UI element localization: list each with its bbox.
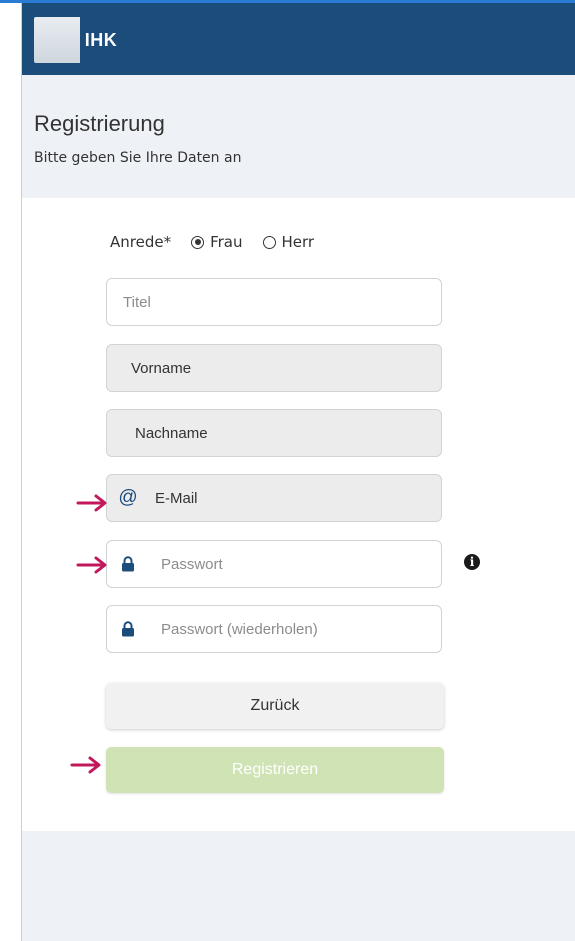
- arrow-right-icon: [76, 556, 107, 574]
- lock-icon: [119, 621, 137, 637]
- ihk-logo[interactable]: IHK: [34, 17, 122, 63]
- password-repeat-placeholder: Passwort (wiederholen): [161, 620, 318, 638]
- salutation-option-label: Frau: [210, 233, 243, 251]
- firstname-value: Vorname: [131, 359, 192, 377]
- title-placeholder: Titel: [123, 293, 151, 311]
- register-button[interactable]: Registrieren: [106, 747, 444, 793]
- salutation-option-herr[interactable]: Herr: [262, 233, 315, 251]
- page-subtitle: Bitte geben Sie Ihre Daten an: [34, 150, 242, 166]
- logo-box: [34, 17, 80, 63]
- email-input[interactable]: @ E-Mail: [106, 474, 442, 522]
- lastname-input[interactable]: Nachname: [106, 409, 442, 457]
- logo-text: IHK: [80, 17, 122, 63]
- lock-icon: [119, 556, 137, 572]
- title-block: Registrierung Bitte geben Sie Ihre Daten…: [34, 111, 241, 166]
- salutation-option-label: Herr: [281, 233, 315, 251]
- password-placeholder: Passwort: [161, 555, 223, 573]
- at-icon: @: [118, 487, 138, 508]
- radio-frau[interactable]: [191, 235, 205, 249]
- password-input[interactable]: Passwort: [106, 540, 442, 588]
- radio-herr[interactable]: [262, 235, 276, 249]
- info-icon[interactable]: i: [464, 554, 480, 570]
- page-title: Registrierung: [34, 111, 165, 136]
- lastname-value: Nachname: [135, 424, 208, 442]
- password-repeat-input[interactable]: Passwort (wiederholen): [106, 605, 442, 653]
- email-value: E-Mail: [155, 489, 198, 507]
- salutation-row: Anrede* Frau Herr: [110, 233, 314, 251]
- app-frame: IHK Registrierung Bitte geben Sie Ihre D…: [21, 3, 575, 941]
- title-input[interactable]: Titel: [106, 278, 442, 326]
- salutation-option-frau[interactable]: Frau: [191, 233, 243, 251]
- header-bar: IHK: [22, 3, 575, 75]
- arrow-right-icon: [76, 494, 107, 512]
- back-button[interactable]: Zurück: [106, 683, 444, 729]
- salutation-label: Anrede*: [110, 233, 172, 251]
- arrow-right-icon: [70, 756, 101, 774]
- firstname-input[interactable]: Vorname: [106, 344, 442, 392]
